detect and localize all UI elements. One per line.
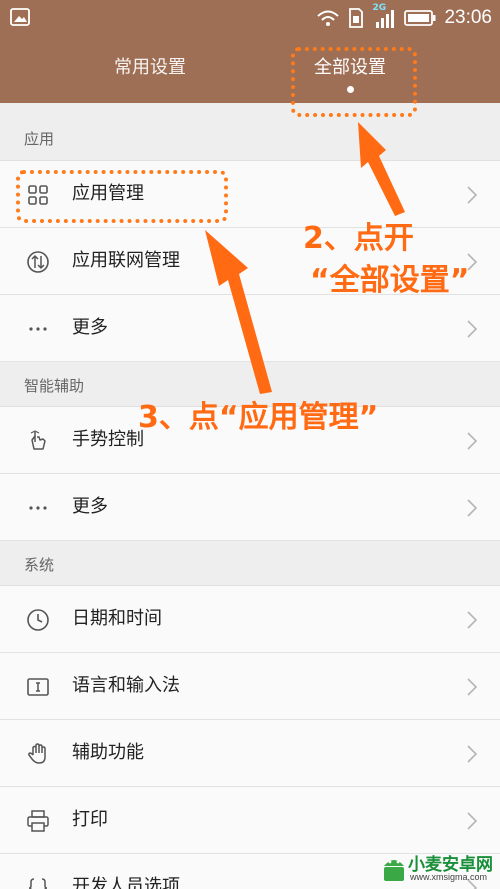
- row-language-input[interactable]: 语言和输入法: [0, 653, 500, 720]
- chevron-right-icon: [467, 186, 478, 204]
- chevron-right-icon: [467, 499, 478, 517]
- highlight-app-management-row: [16, 170, 228, 223]
- gallery-icon: [10, 8, 30, 26]
- keyboard-icon: [27, 678, 49, 696]
- more-dots-icon: [29, 327, 47, 331]
- row-label: 日期和时间: [72, 608, 162, 629]
- sim-card-icon: [349, 8, 364, 28]
- more-dots-icon: [29, 506, 47, 510]
- highlight-all-settings-tab: [291, 47, 417, 117]
- section-header-apps: 应用: [0, 103, 500, 161]
- chevron-right-icon: [467, 432, 478, 450]
- row-label: 更多: [72, 496, 108, 517]
- row-label: 语言和输入法: [72, 675, 180, 696]
- status-time: 23:06: [444, 7, 492, 28]
- watermark: 小麦安卓网 www.xmsigma.com: [380, 848, 500, 889]
- row-label: 打印: [72, 809, 108, 830]
- android-logo-icon: [384, 860, 404, 881]
- chevron-right-icon: [467, 745, 478, 763]
- status-bar: 2G 23:06: [0, 0, 500, 36]
- row-smart-assist-more[interactable]: 更多: [0, 474, 500, 541]
- row-label: 手势控制: [72, 429, 144, 450]
- row-label: 更多: [72, 317, 108, 338]
- network-arrows-icon: [27, 251, 49, 273]
- annotation-step-2: 2、点开: [303, 221, 414, 256]
- header-bar: 2G 23:06 常用设置 全部设置: [0, 0, 500, 103]
- chevron-right-icon: [467, 320, 478, 338]
- tab-common-settings[interactable]: 常用设置: [90, 50, 210, 90]
- status-icons: 2G 23:06: [316, 3, 492, 30]
- row-apps-more[interactable]: 更多: [0, 295, 500, 362]
- row-label: 应用联网管理: [72, 250, 180, 271]
- battery-icon: [404, 10, 436, 26]
- braces-icon: [28, 878, 48, 889]
- hand-icon: [28, 743, 46, 764]
- row-accessibility[interactable]: 辅助功能: [0, 720, 500, 787]
- row-label: 开发人员选项: [72, 876, 180, 889]
- annotation-step-3: 3、点“应用管理”: [138, 400, 379, 435]
- row-print[interactable]: 打印: [0, 787, 500, 854]
- gesture-hand-icon: [30, 430, 46, 450]
- printer-icon: [27, 810, 49, 832]
- row-date-time[interactable]: 日期和时间: [0, 586, 500, 653]
- chevron-right-icon: [467, 611, 478, 629]
- chevron-right-icon: [467, 812, 478, 830]
- signal-icon: 2G: [372, 3, 396, 29]
- row-label: 辅助功能: [72, 742, 144, 763]
- clock-icon: [27, 609, 49, 631]
- watermark-url: www.xmsigma.com: [410, 872, 488, 882]
- wifi-icon: [317, 10, 340, 26]
- chevron-right-icon: [467, 678, 478, 696]
- annotation-step-2-target: “全部设置”: [310, 263, 470, 298]
- tab-bar: 常用设置 全部设置: [0, 50, 500, 90]
- section-header-system: 系统: [0, 541, 500, 586]
